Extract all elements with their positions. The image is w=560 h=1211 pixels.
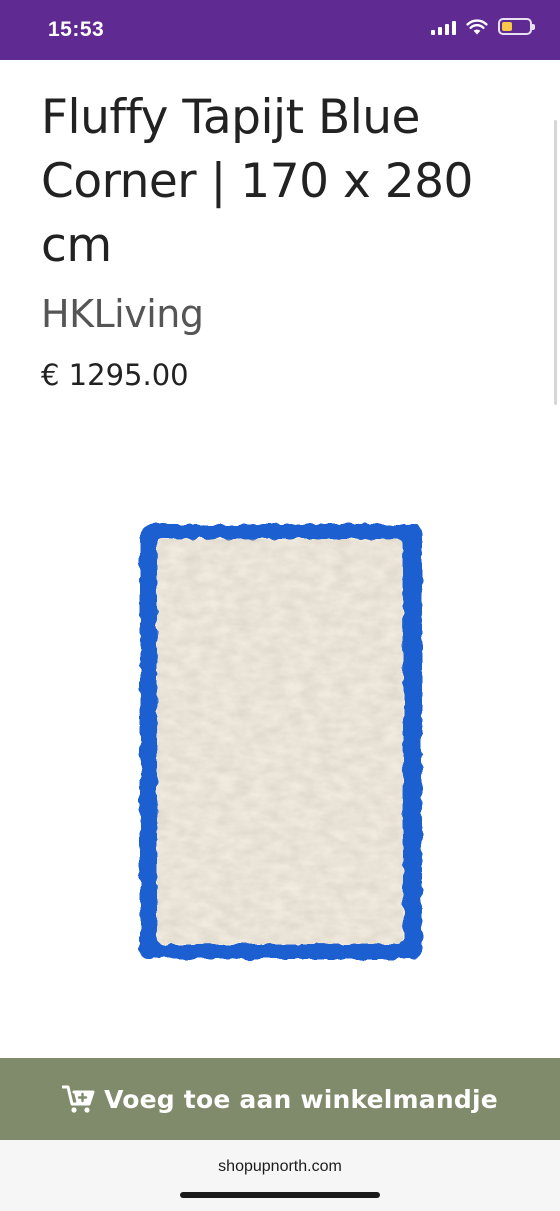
add-to-cart-button[interactable]: Voeg toe aan winkelmandje [0,1058,560,1140]
signal-icon [431,19,456,35]
status-time: 15:53 [48,18,105,41]
product-image[interactable] [135,519,427,964]
product-title: Fluffy Tapijt Blue Corner | 170 x 280 cm [41,90,473,273]
battery-icon [498,18,535,35]
status-bar: 15:53 [0,0,560,60]
battery-level [502,22,513,31]
page-scrollbar[interactable] [554,120,557,405]
url-text[interactable]: shopupnorth.com [0,1158,560,1176]
wifi-icon [466,18,488,34]
cart-plus-icon [62,1085,95,1113]
product-brand[interactable]: HKLiving [41,292,204,336]
product-price: € 1295.00 [41,358,189,392]
status-icons [431,18,535,35]
home-indicator[interactable] [180,1192,380,1198]
add-to-cart-label: Voeg toe aan winkelmandje [104,1084,498,1114]
browser-address-bar[interactable]: shopupnorth.com [0,1140,560,1211]
